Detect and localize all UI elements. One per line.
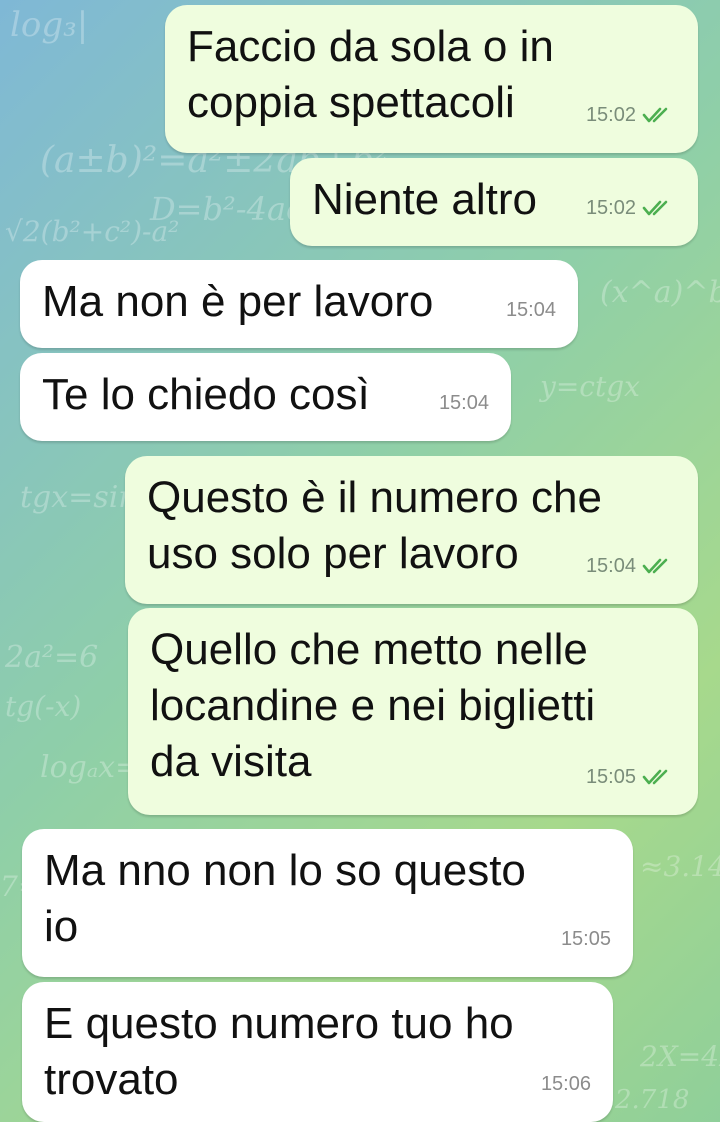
message-meta: 15:04 [439, 375, 489, 431]
message-time: 15:04 [505, 299, 556, 321]
incoming-message[interactable]: Ma non è per lavoro 15:04 [20, 260, 578, 348]
message-time: 15:02 [585, 104, 636, 126]
double-check-icon [642, 769, 668, 785]
double-check-icon [642, 200, 668, 216]
incoming-message[interactable]: Ma nno non lo so questo io 15:05 [22, 829, 633, 977]
message-text: Ma non è per lavoro [42, 277, 434, 326]
message-time: 15:05 [585, 766, 636, 788]
message-meta: 15:05 [586, 749, 676, 805]
double-check-icon [642, 107, 668, 123]
outgoing-message[interactable]: Quello che metto nelle locandine e nei b… [128, 608, 698, 815]
incoming-message[interactable]: E questo numero tuo ho trovato 15:06 [22, 982, 613, 1122]
double-check-icon [642, 558, 668, 574]
outgoing-message[interactable]: Niente altro 15:02 [290, 158, 698, 246]
message-text: Te lo chiedo così [42, 370, 370, 419]
message-text: E questo numero tuo ho trovato [44, 999, 514, 1104]
outgoing-message[interactable]: Questo è il numero che uso solo per lavo… [125, 456, 698, 604]
message-text: Ma nno non lo so questo io [44, 846, 526, 951]
message-meta: 15:02 [586, 87, 676, 143]
message-time: 15:05 [560, 928, 611, 950]
message-meta: 15:04 [586, 538, 676, 594]
message-meta: 15:05 [561, 911, 611, 967]
outgoing-message[interactable]: Faccio da sola o in coppia spettacoli 15:… [165, 5, 698, 153]
message-meta: 15:04 [506, 282, 556, 338]
incoming-message[interactable]: Te lo chiedo così 15:04 [20, 353, 511, 441]
message-meta: 15:02 [586, 180, 676, 236]
message-time: 15:06 [540, 1073, 591, 1095]
message-meta: 15:06 [541, 1056, 591, 1112]
message-time: 15:04 [438, 392, 489, 414]
message-time: 15:04 [585, 555, 636, 577]
message-time: 15:02 [585, 197, 636, 219]
